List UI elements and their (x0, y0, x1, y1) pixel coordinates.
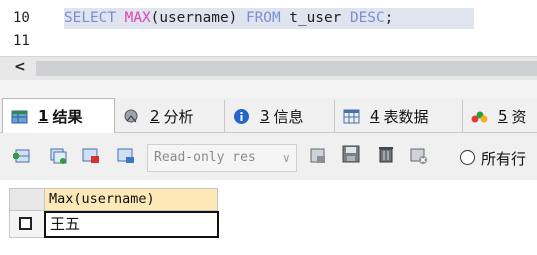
save-icon[interactable] (342, 145, 360, 163)
info-icon (233, 108, 250, 125)
splitter[interactable] (0, 80, 537, 98)
table-data-icon (343, 108, 360, 125)
tab-label: 资 (511, 107, 527, 126)
result-mode-select[interactable]: Read-only res ∨ (147, 144, 297, 172)
chevron-down-icon: ∨ (282, 151, 290, 165)
delete-row-icon[interactable] (82, 147, 100, 165)
line-number: 11 (13, 33, 30, 49)
tab-number: 5 (498, 107, 508, 125)
row-selector[interactable] (9, 211, 45, 238)
row-checkbox[interactable] (19, 217, 32, 230)
horizontal-scrollbar[interactable]: < (0, 56, 537, 80)
tab-label: 结果 (52, 107, 83, 126)
profile-icon (123, 108, 140, 125)
sql-table-name: t_user (289, 10, 342, 26)
tab-number: 4 (370, 107, 380, 125)
line-number: 10 (13, 10, 30, 26)
scrollbar-track[interactable] (36, 61, 537, 76)
cancel-changes-icon[interactable] (410, 147, 428, 165)
grid-result-icon (11, 108, 28, 125)
tab-label: 信息 (273, 107, 304, 126)
sql-terminator: ; (384, 10, 394, 26)
tab-label: 分析 (163, 107, 194, 126)
sql-keyword: FROM (245, 10, 281, 26)
line-gutter: 10 11 (0, 0, 58, 56)
all-rows-label: 所有行 (481, 150, 527, 168)
tab-table-data[interactable]: 4 表数据 (335, 100, 463, 132)
tab-history[interactable]: 5资 (463, 100, 537, 132)
sql-keyword: DESC (349, 10, 385, 26)
chart-icon (471, 108, 488, 125)
trash-icon[interactable] (377, 145, 395, 163)
sql-editor[interactable]: 10 11 SELECT MAX(username) FROM t_user D… (0, 0, 537, 56)
tab-number: 3 (260, 107, 270, 125)
all-rows-radio[interactable] (460, 150, 475, 165)
sql-statement[interactable]: SELECT MAX(username) FROM t_user DESC; (64, 8, 474, 29)
column-header[interactable]: Max(username) (45, 188, 218, 211)
tab-profile[interactable]: 2 分析 (115, 100, 225, 132)
export-icon[interactable] (309, 147, 327, 165)
scroll-left-icon[interactable]: < (14, 59, 26, 75)
sql-keyword: SELECT (64, 10, 116, 26)
select-value: Read-only res (154, 150, 256, 165)
save-changes-icon[interactable] (117, 147, 135, 165)
tab-label: 表数据 (383, 107, 429, 126)
tab-number: 2 (150, 107, 160, 125)
sql-argument: (username) (150, 10, 238, 26)
sql-function: MAX (124, 10, 151, 26)
result-tabs: 1 结果 2 分析 3 信息 4 表数据 5资 (0, 98, 537, 133)
tab-info[interactable]: 3 信息 (225, 100, 335, 132)
result-grid[interactable]: Max(username) 王五 (0, 180, 537, 255)
insert-row-icon[interactable] (12, 147, 30, 165)
duplicate-row-icon[interactable] (49, 147, 67, 165)
tab-number: 1 (38, 107, 49, 125)
grid-corner[interactable] (9, 188, 45, 211)
tab-result[interactable]: 1 结果 (2, 98, 115, 133)
table-cell[interactable]: 王五 (44, 211, 219, 238)
